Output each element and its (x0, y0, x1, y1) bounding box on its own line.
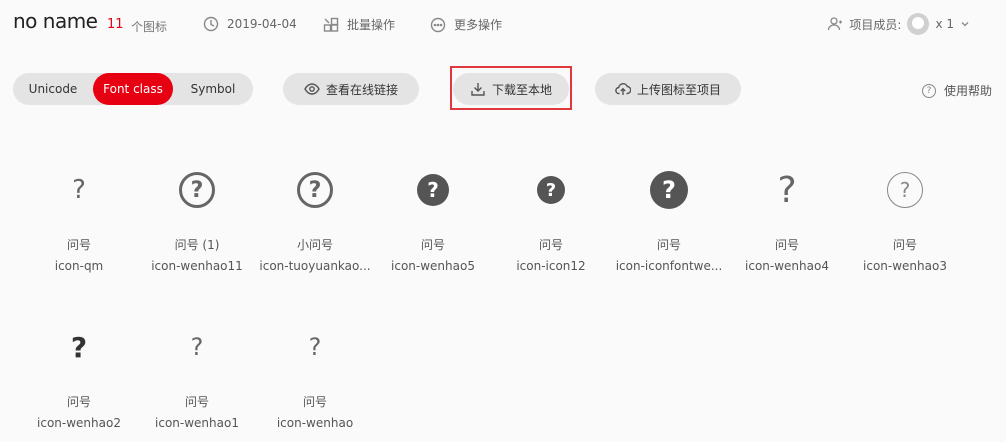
icon-card[interactable]: ? 问号 icon-wenhao5 (378, 155, 488, 285)
tab-unicode[interactable]: Unicode (13, 73, 93, 105)
icon-code: icon-tuoyuankao... (259, 259, 371, 273)
icon-card[interactable]: ? 问号 icon-icon12 (496, 155, 606, 285)
question-mark-icon: ? (777, 169, 797, 211)
members-label: 项目成员: (849, 17, 902, 32)
question-circle-icon: ? (142, 155, 252, 225)
more-ops-button[interactable]: 更多操作 (430, 16, 502, 33)
download-highlight-box (450, 66, 572, 110)
icon-card[interactable]: ? 问号 icon-wenhao4 (732, 155, 842, 285)
icon-card[interactable]: ? 问号 icon-iconfontwe... (614, 155, 724, 285)
help-link[interactable]: ? 使用帮助 (921, 82, 992, 99)
icon-card[interactable]: ? 问号 icon-wenhao2 (24, 312, 134, 442)
cloud-upload-icon (615, 83, 631, 95)
avatar (907, 13, 930, 35)
icon-name: 问号 (302, 395, 327, 409)
icon-card[interactable]: ? 问号 icon-qm (24, 155, 134, 285)
members-icon (828, 17, 843, 31)
view-online-link-label: 查看在线链接 (325, 82, 398, 97)
question-filled-icon: ? (614, 155, 724, 225)
icon-name: 问号 (184, 395, 209, 409)
more-ops-label: 更多操作 (454, 18, 503, 32)
batch-ops-button[interactable]: 批量操作 (323, 16, 395, 33)
icon-code: icon-wenhao4 (745, 259, 829, 273)
icon-code: icon-wenhao11 (151, 259, 243, 273)
icon-code: icon-wenhao3 (863, 259, 947, 273)
help-icon: ? (921, 83, 936, 98)
date-text: 2019-04-04 (227, 17, 297, 31)
tab-symbol[interactable]: Symbol (173, 73, 253, 105)
tab-font-class[interactable]: Font class (93, 73, 173, 105)
batch-grid-icon (323, 17, 339, 32)
question-filled-icon: ? (496, 155, 606, 225)
view-online-link-button[interactable]: 查看在线链接 (283, 73, 419, 105)
members-count: x 1 (935, 17, 954, 31)
clock-icon (203, 16, 219, 32)
icon-name: 问号 (420, 238, 445, 252)
icon-name: 问号 (656, 238, 681, 252)
icon-code: icon-wenhao2 (37, 416, 121, 430)
icon-name: 小问号 (296, 238, 333, 252)
project-title: no name (13, 9, 98, 33)
question-mark-icon: ? (70, 330, 88, 364)
icon-code: icon-qm (54, 259, 104, 273)
upload-icons-label: 上传图标至项目 (636, 82, 721, 97)
icon-code: icon-wenhao1 (155, 416, 239, 430)
icon-card[interactable]: ? 小问号 icon-tuoyuankao... (259, 155, 371, 285)
project-date: 2019-04-04 (203, 16, 297, 32)
help-label: 使用帮助 (943, 84, 992, 98)
question-circle-icon: ? (260, 155, 370, 225)
icon-code: icon-wenhao5 (391, 259, 475, 273)
question-filled-icon: ? (378, 155, 488, 225)
icon-card[interactable]: ? 问号 icon-wenhao1 (142, 312, 252, 442)
code-type-switch: Unicode Font class Symbol (13, 73, 253, 105)
question-mark-icon: ? (190, 333, 204, 361)
icon-name: 问号 (774, 238, 799, 252)
icon-name: 问号 (66, 395, 91, 409)
icon-name: 问号 (1) (174, 238, 220, 252)
icon-code: icon-iconfontwe... (615, 259, 723, 273)
question-mark-icon: ? (308, 333, 322, 361)
icon-card[interactable]: ? 问号 icon-wenhao3 (850, 155, 960, 285)
icon-name: 问号 (66, 238, 91, 252)
project-header: no name 11 个图标 2019-04-04 批量操作 更多操作 项目成员… (0, 0, 1006, 50)
eye-icon (304, 83, 320, 95)
icon-card[interactable]: ? 问号 icon-wenhao (260, 312, 370, 442)
question-circle-icon: ? (850, 155, 960, 225)
icon-name: 问号 (538, 238, 563, 252)
icon-count: 11 (107, 17, 124, 32)
chevron-down-icon (961, 22, 969, 27)
icon-code: icon-wenhao (276, 416, 354, 430)
more-dots-icon (430, 17, 446, 32)
icon-card[interactable]: ? 问号 (1) icon-wenhao11 (142, 155, 252, 285)
icon-code: icon-icon12 (516, 259, 586, 273)
icon-count-label: 个图标 (131, 20, 168, 34)
batch-ops-label: 批量操作 (347, 18, 396, 32)
icon-name: 问号 (892, 238, 917, 252)
question-mark-icon: ? (72, 175, 86, 205)
upload-icons-button[interactable]: 上传图标至项目 (595, 73, 741, 105)
project-members[interactable]: 项目成员: x 1 (827, 13, 970, 35)
